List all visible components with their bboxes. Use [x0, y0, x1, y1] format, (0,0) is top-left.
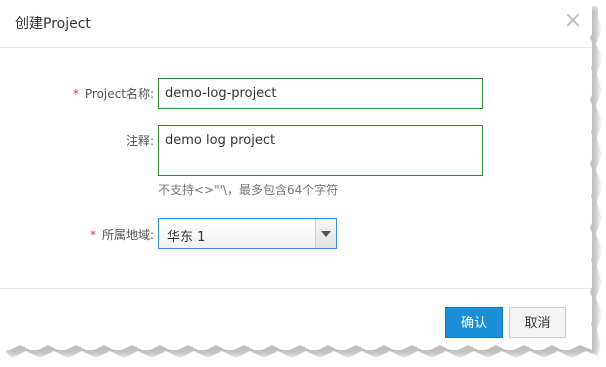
- create-project-dialog: 创建Project × * Project名称: 注释: demo log pro…: [0, 0, 592, 350]
- dialog-header: 创建Project ×: [0, 0, 592, 48]
- required-mark: *: [89, 228, 96, 242]
- dialog-frame: 创建Project × * Project名称: 注释: demo log pro…: [0, 0, 606, 367]
- region-row: * 所属地域: 华东 1: [0, 218, 592, 249]
- region-label-text: 所属地域:: [101, 228, 154, 242]
- confirm-button[interactable]: 确认: [445, 307, 503, 338]
- dialog-title: 创建Project: [15, 16, 91, 32]
- close-icon[interactable]: ×: [562, 10, 584, 32]
- required-mark: *: [72, 87, 79, 101]
- comment-hint: 不支持<>"'\，最多包含64个字符: [158, 183, 339, 197]
- chevron-down-icon[interactable]: [315, 219, 336, 248]
- project-name-input[interactable]: [158, 78, 483, 109]
- region-label: * 所属地域:: [90, 226, 154, 243]
- region-select[interactable]: 华东 1: [158, 218, 337, 249]
- region-selected-value: 华东 1: [167, 230, 206, 245]
- cancel-button[interactable]: 取消: [509, 307, 566, 338]
- comment-textarea[interactable]: demo log project: [158, 125, 483, 176]
- project-name-label-text: Project名称:: [84, 87, 154, 101]
- comment-row: 注释: demo log project 不支持<>"'\，最多包含64个字符: [0, 125, 592, 197]
- dialog-footer-divider: [0, 288, 592, 289]
- project-name-row: * Project名称:: [0, 78, 592, 109]
- project-name-label: * Project名称:: [73, 85, 154, 102]
- comment-label: 注释:: [125, 134, 154, 148]
